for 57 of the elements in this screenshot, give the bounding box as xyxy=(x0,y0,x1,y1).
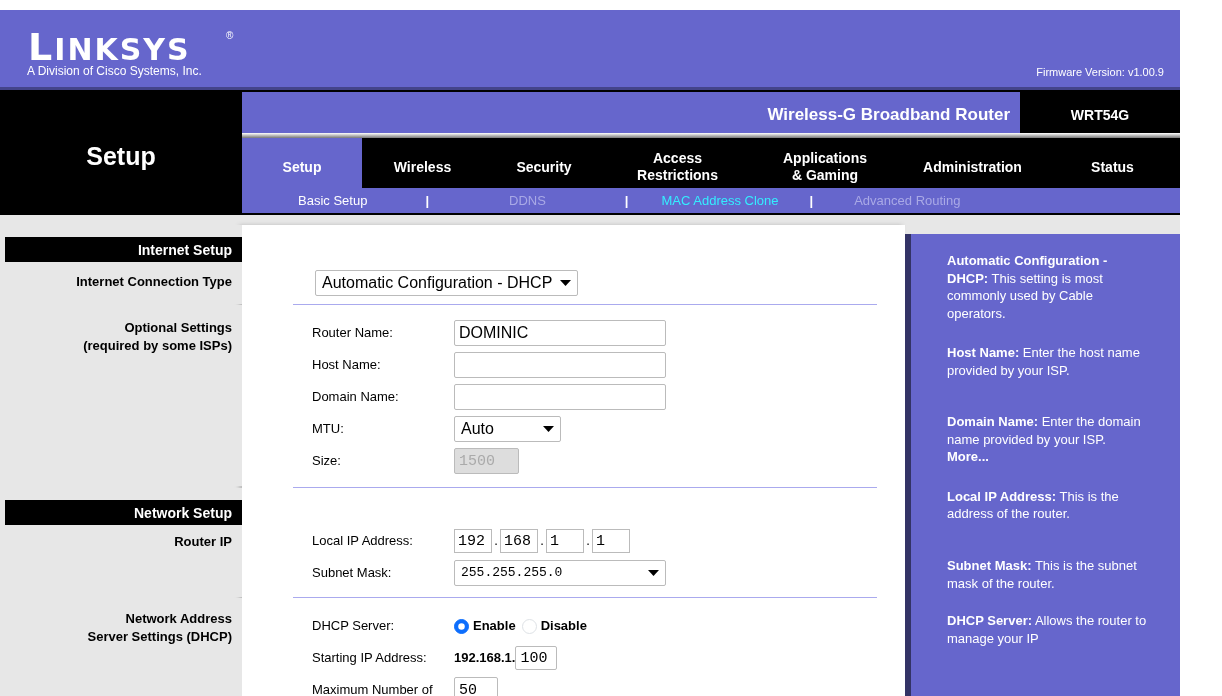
help-text: Host Name: Enter the host name provided by your ISP. xyxy=(947,344,1141,380)
more-link[interactable]: More... xyxy=(947,448,1150,466)
field-label: Maximum Number of xyxy=(312,681,434,696)
help-text: Local IP Address: This is the address of the router. xyxy=(947,487,1120,523)
registered-mark: ® xyxy=(226,29,234,43)
radio-label: Enable xyxy=(473,617,516,636)
dropdown[interactable]: 255.255.255.0 xyxy=(454,560,666,586)
help-text: Domain Name: Enter the domain name provided by your ISP. xyxy=(947,413,1142,449)
tagline: A Division of Cisco Systems, Inc. xyxy=(27,63,202,80)
ip-octet-field[interactable]: 192 xyxy=(454,529,492,553)
text-field[interactable] xyxy=(454,352,666,378)
page-title: Setup xyxy=(85,141,157,172)
field-label: MTU: xyxy=(312,420,345,439)
text-field[interactable] xyxy=(454,384,666,410)
dropdown[interactable]: Automatic Configuration - DHCP xyxy=(315,270,579,296)
field-label: Local IP Address: xyxy=(312,532,414,551)
help-text: Automatic Configuration - DHCP: This setting is most commonly used by Cable operators. xyxy=(947,252,1109,323)
dropdown[interactable]: Auto xyxy=(454,416,561,442)
dot-separator: . xyxy=(585,532,591,551)
dot-separator: . xyxy=(493,532,499,551)
text-field[interactable]: 100 xyxy=(515,646,558,670)
nav-tab[interactable]: Setup xyxy=(242,138,362,188)
ip-octet-field[interactable]: 1 xyxy=(546,529,584,553)
ip-prefix: 192.168.1. xyxy=(454,649,516,668)
field-label: Subnet Mask: xyxy=(312,564,393,583)
group-label: Network Address Server Settings (DHCP) xyxy=(86,610,233,646)
ip-octet-field[interactable]: 1 xyxy=(592,529,630,553)
help-text: DHCP Server: Allows the router to manage your IP xyxy=(947,612,1148,648)
separator: | xyxy=(425,191,429,210)
field-label: Size: xyxy=(312,452,342,471)
section-heading: Network Setup xyxy=(5,500,242,527)
sub-tab-link[interactable]: MAC Address Clone xyxy=(661,190,779,211)
radio-label: Disable xyxy=(540,617,587,636)
field-label: Router Name: xyxy=(312,324,394,343)
field-label: Starting IP Address: xyxy=(312,649,428,668)
text-field[interactable]: 50 xyxy=(454,677,498,696)
group-label: Router IP xyxy=(173,533,233,551)
caret-icon xyxy=(560,280,572,286)
field-label: DHCP Server: xyxy=(312,617,396,636)
help-text: Subnet Mask: This is the subnet mask of the router. xyxy=(947,557,1138,593)
dot-separator: . xyxy=(539,532,545,551)
field-label: Host Name: xyxy=(312,356,382,375)
sub-tab-link[interactable]: Basic Setup xyxy=(298,190,368,211)
product-name: Wireless-G Broadband Router xyxy=(242,92,1020,133)
separator: | xyxy=(809,191,814,210)
field-label: Domain Name: xyxy=(312,388,400,407)
model-name: WRT54G xyxy=(1069,106,1131,125)
text-field[interactable]: DOMINIC xyxy=(454,320,666,346)
caret-icon xyxy=(543,426,554,432)
group-label: Optional Settings (required by some ISPs) xyxy=(82,319,233,355)
firmware-version: Firmware Version: v1.00.9 xyxy=(1036,65,1164,80)
section-heading: Internet Setup xyxy=(5,237,242,264)
group-label: Internet Connection Type xyxy=(75,273,233,291)
logo: LINKSYS xyxy=(28,28,191,66)
caret-icon xyxy=(648,570,659,576)
ip-octet-field[interactable]: 168 xyxy=(500,529,538,553)
separator: | xyxy=(624,191,629,210)
